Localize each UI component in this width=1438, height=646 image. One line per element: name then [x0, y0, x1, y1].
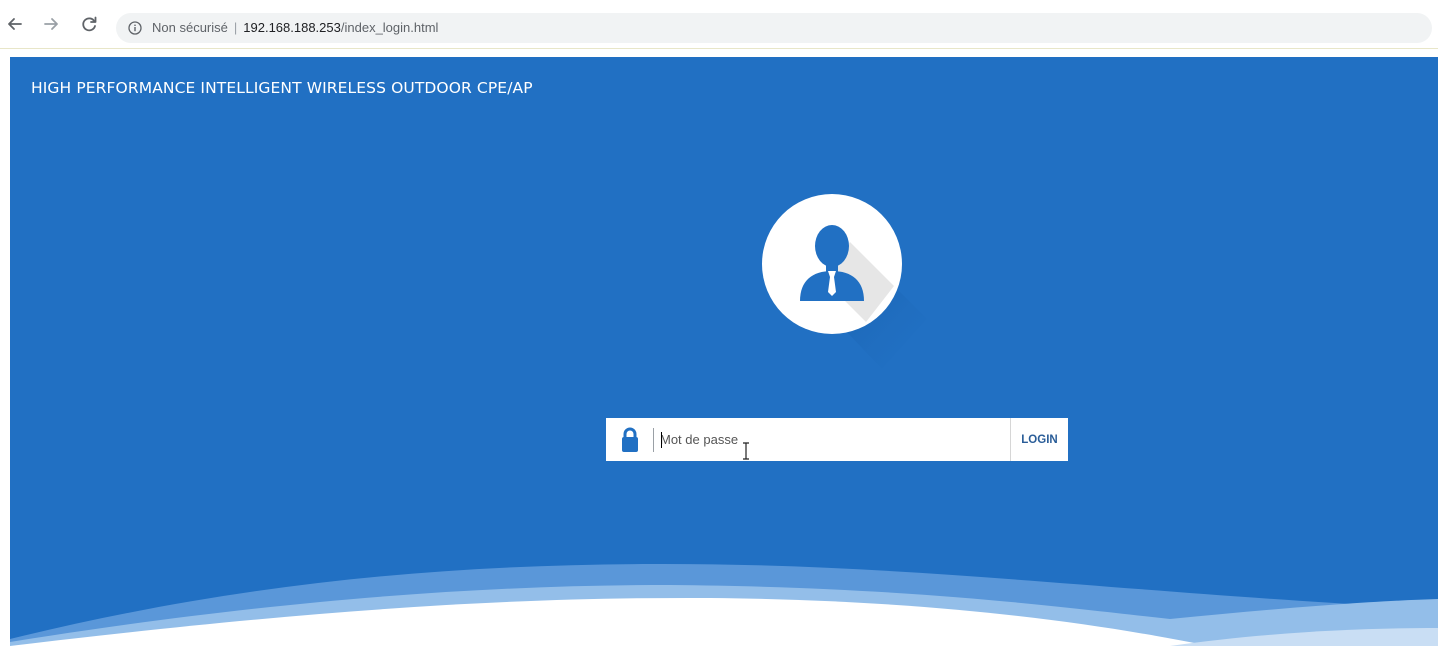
text-caret: [661, 432, 662, 448]
avatar: [762, 194, 927, 369]
url-separator: |: [233, 20, 238, 35]
reload-icon: [82, 16, 97, 32]
ibeam-cursor-icon: [743, 442, 749, 460]
password-input[interactable]: [660, 418, 1000, 461]
user-avatar-icon: [762, 194, 927, 369]
lock-icon-box: [606, 418, 656, 461]
lock-divider: [653, 428, 654, 452]
browser-toolbar: Non sécurisé | 192.168.188.253/index_login…: [0, 0, 1438, 49]
login-form: LOGIN: [606, 418, 1068, 461]
lock-icon: [622, 427, 638, 452]
security-label: Non sécurisé: [152, 20, 228, 35]
login-page: HIGH PERFORMANCE INTELLIGENT WIRELESS OU…: [10, 57, 1438, 646]
forward-button[interactable]: [40, 13, 62, 35]
arrow-right-icon: [44, 18, 58, 30]
info-circle-icon[interactable]: [128, 21, 142, 35]
url-host: 192.168.188.253: [243, 20, 341, 35]
login-button[interactable]: LOGIN: [1010, 418, 1068, 461]
wave-decoration: [10, 563, 1438, 646]
arrow-left-icon: [8, 18, 22, 30]
page-title: HIGH PERFORMANCE INTELLIGENT WIRELESS OU…: [31, 79, 533, 97]
url-text: Non sécurisé | 192.168.188.253/index_login…: [152, 13, 438, 43]
back-button[interactable]: [4, 13, 26, 35]
reload-button[interactable]: [78, 13, 100, 35]
address-bar[interactable]: Non sécurisé | 192.168.188.253/index_login…: [116, 13, 1432, 43]
url-path: /index_login.html: [340, 20, 439, 35]
